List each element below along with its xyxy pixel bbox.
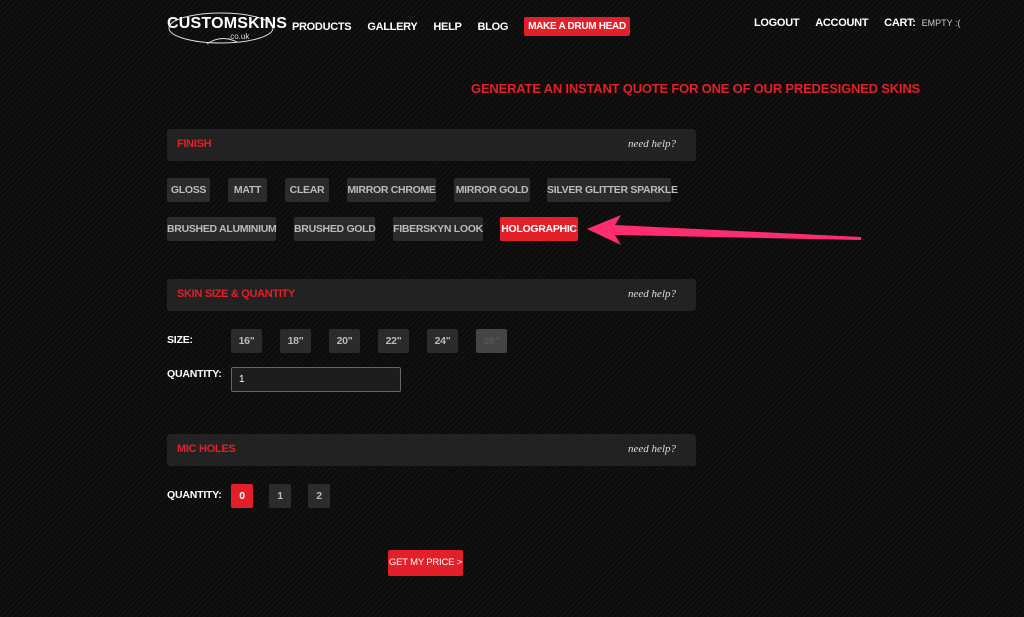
size-label: SIZE: (167, 334, 193, 346)
finish-help-link[interactable]: need help? (628, 138, 676, 150)
finish-option-clear[interactable]: CLEAR (285, 178, 329, 202)
mic-holes-help-link[interactable]: need help? (628, 443, 676, 455)
size-option-20[interactable]: 20" (329, 329, 360, 353)
nav-blog[interactable]: BLOG (478, 21, 509, 33)
size-help-link[interactable]: need help? (628, 288, 676, 300)
nav-help[interactable]: HELP (433, 21, 461, 33)
logo-text: CUSTOMSKINS (167, 15, 288, 32)
quantity-input[interactable] (231, 367, 401, 392)
finish-option-fiberskyn-look[interactable]: FIBERSKYN LOOK (393, 217, 483, 241)
account-link[interactable]: ACCOUNT (815, 17, 868, 29)
finish-option-matt[interactable]: MATT (228, 178, 267, 202)
mic-holes-section-header: MIC HOLES need help? (167, 434, 696, 466)
size-section-header: SKIN SIZE & QUANTITY need help? (167, 279, 696, 311)
logo-subtext: .co.uk (228, 32, 250, 41)
finish-option-mirror-gold[interactable]: MIRROR GOLD (454, 178, 530, 202)
cart-link[interactable]: CART: (884, 17, 916, 29)
mic-holes-quantity-label: QUANTITY: (167, 489, 222, 501)
nav-products[interactable]: PRODUCTS (292, 21, 352, 33)
finish-option-brushed-gold[interactable]: BRUSHED GOLD (294, 217, 376, 241)
logout-link[interactable]: LOGOUT (754, 17, 800, 29)
size-section-title: SKIN SIZE & QUANTITY (177, 288, 296, 300)
finish-option-holographic[interactable]: HOLOGRAPHIC (500, 217, 578, 241)
get-my-price-button[interactable]: GET MY PRICE > (388, 550, 463, 576)
account-nav: LOGOUT ACCOUNT CART: EMPTY :( (754, 17, 961, 29)
size-option-24[interactable]: 24" (427, 329, 458, 353)
pointer-arrow-icon (587, 215, 861, 245)
make-drum-head-button[interactable]: MAKE A DRUM HEAD (524, 17, 630, 36)
cart-status: EMPTY :( (921, 18, 961, 28)
size-option-22[interactable]: 22" (378, 329, 409, 353)
size-option-26: 26" (476, 329, 507, 353)
mic-holes-option-1[interactable]: 1 (269, 484, 291, 508)
finish-option-brushed-aluminium[interactable]: BRUSHED ALUMINIUM (167, 217, 277, 241)
nav-gallery[interactable]: GALLERY (367, 21, 417, 33)
size-option-18[interactable]: 18" (280, 329, 311, 353)
finish-option-gloss[interactable]: GLOSS (167, 178, 210, 202)
size-option-16[interactable]: 16" (231, 329, 262, 353)
main-nav: PRODUCTS GALLERY HELP BLOG MAKE A DRUM H… (292, 17, 630, 36)
finish-section-title: FINISH (177, 138, 212, 150)
finish-option-silver-glitter-sparkle[interactable]: SILVER GLITTER SPARKLE (547, 178, 678, 202)
mic-holes-option-2[interactable]: 2 (308, 484, 330, 508)
site-logo[interactable]: CUSTOMSKINS .co.uk (167, 8, 287, 48)
mic-holes-section-title: MIC HOLES (177, 443, 236, 455)
mic-holes-option-0[interactable]: 0 (231, 484, 253, 508)
finish-option-mirror-chrome[interactable]: MIRROR CHROME (347, 178, 436, 202)
finish-section-header: FINISH need help? (167, 129, 696, 161)
page-headline: GENERATE AN INSTANT QUOTE FOR ONE OF OUR… (471, 81, 920, 96)
quantity-label: QUANTITY: (167, 368, 222, 380)
